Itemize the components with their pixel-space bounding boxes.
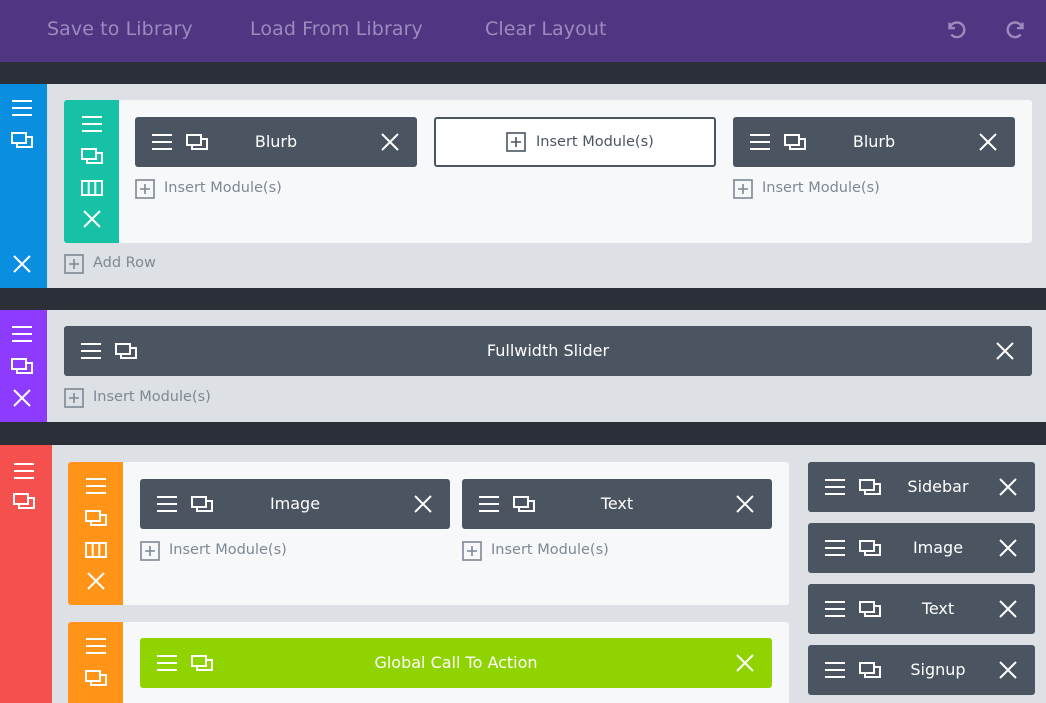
row-settings-bar [64, 100, 119, 243]
menu-icon[interactable] [80, 112, 104, 136]
row-card: Blurb Insert Module(s) Insert Module(s) … [64, 100, 1032, 243]
columns-icon[interactable] [80, 176, 104, 200]
close-icon[interactable] [996, 658, 1020, 682]
duplicate-icon[interactable] [858, 597, 882, 621]
module-text[interactable]: Text [462, 479, 772, 529]
menu-icon[interactable] [84, 474, 108, 498]
section-fullwidth: Fullwidth Slider Insert Module(s) [0, 310, 1046, 422]
close-icon[interactable] [733, 492, 757, 516]
module-global-call-to-action[interactable]: Global Call To Action [140, 638, 772, 688]
menu-icon[interactable] [477, 492, 501, 516]
plus-icon [64, 254, 84, 274]
menu-icon[interactable] [823, 658, 847, 682]
module-label: Image [269, 494, 321, 513]
menu-icon[interactable] [79, 339, 103, 363]
menu-icon[interactable] [150, 130, 174, 154]
close-icon[interactable] [996, 475, 1020, 499]
close-icon[interactable] [80, 207, 104, 231]
duplicate-icon[interactable] [858, 536, 882, 560]
row-card: Global Call To Action [68, 622, 789, 703]
columns-icon[interactable] [84, 538, 108, 562]
row-card: Image Insert Module(s) Text Insert Modul… [68, 462, 789, 605]
menu-icon[interactable] [10, 96, 34, 120]
plus-icon [140, 541, 160, 561]
builder-toolbar: Save to Library Load From Library Clear … [0, 0, 1046, 62]
duplicate-icon[interactable] [84, 666, 108, 690]
module-signup[interactable]: Signup [808, 645, 1035, 695]
duplicate-icon[interactable] [190, 492, 214, 516]
section-settings-bar [0, 310, 47, 422]
close-icon[interactable] [84, 569, 108, 593]
duplicate-icon[interactable] [512, 492, 536, 516]
clear-layout-button[interactable]: Clear Layout [485, 18, 607, 40]
insert-module-link[interactable]: Insert Module(s) [462, 541, 662, 563]
plus-icon [135, 179, 155, 199]
close-icon[interactable] [10, 252, 34, 276]
menu-icon[interactable] [823, 536, 847, 560]
load-from-library-button[interactable]: Load From Library [250, 18, 423, 40]
close-icon[interactable] [10, 386, 34, 410]
redo-icon[interactable] [1006, 18, 1028, 40]
close-icon[interactable] [378, 130, 402, 154]
duplicate-icon[interactable] [80, 144, 104, 168]
menu-icon[interactable] [12, 459, 36, 483]
save-to-library-button[interactable]: Save to Library [47, 18, 193, 40]
plus-icon [506, 132, 526, 152]
duplicate-icon[interactable] [12, 489, 36, 513]
section-settings-bar [0, 445, 52, 703]
module-label: Blurb [254, 132, 298, 151]
duplicate-icon[interactable] [114, 339, 138, 363]
module-label: Text [600, 494, 634, 513]
add-row-link[interactable]: Add Row [64, 254, 224, 276]
row-settings-bar [68, 622, 123, 703]
section-specialty: Image Insert Module(s) Text Insert Modul… [0, 445, 1046, 703]
undo-icon[interactable] [944, 18, 966, 40]
close-icon[interactable] [996, 597, 1020, 621]
duplicate-icon[interactable] [10, 354, 34, 378]
insert-module-link[interactable]: Insert Module(s) [140, 541, 340, 563]
plus-icon [64, 388, 84, 408]
module-image[interactable]: Image [808, 523, 1035, 573]
module-text[interactable]: Text [808, 584, 1035, 634]
menu-icon[interactable] [155, 651, 179, 675]
plus-icon [733, 179, 753, 199]
menu-icon[interactable] [823, 597, 847, 621]
duplicate-icon[interactable] [783, 130, 807, 154]
duplicate-icon[interactable] [858, 658, 882, 682]
insert-module-link[interactable]: Insert Module(s) [135, 179, 335, 201]
duplicate-icon[interactable] [185, 130, 209, 154]
close-icon[interactable] [976, 130, 1000, 154]
module-fullwidth-slider[interactable]: Fullwidth Slider [64, 326, 1032, 376]
menu-icon[interactable] [823, 475, 847, 499]
module-blurb[interactable]: Blurb [733, 117, 1015, 167]
menu-icon[interactable] [84, 634, 108, 658]
menu-icon[interactable] [10, 322, 34, 346]
insert-module-link[interactable]: Insert Module(s) [733, 179, 933, 201]
row-settings-bar [68, 462, 123, 605]
menu-icon[interactable] [155, 492, 179, 516]
duplicate-icon[interactable] [84, 506, 108, 530]
insert-module-button[interactable]: Insert Module(s) [434, 117, 716, 167]
module-image[interactable]: Image [140, 479, 450, 529]
close-icon[interactable] [996, 536, 1020, 560]
module-label: Fullwidth Slider [486, 341, 610, 360]
close-icon[interactable] [733, 651, 757, 675]
module-label: Global Call To Action [374, 653, 538, 672]
duplicate-icon[interactable] [858, 475, 882, 499]
module-sidebar[interactable]: Sidebar [808, 462, 1035, 512]
duplicate-icon[interactable] [10, 128, 34, 152]
section-settings-bar [0, 84, 47, 288]
close-icon[interactable] [993, 339, 1017, 363]
duplicate-icon[interactable] [190, 651, 214, 675]
module-label: Blurb [852, 132, 896, 151]
close-icon[interactable] [411, 492, 435, 516]
plus-icon [462, 541, 482, 561]
section-standard-1: Blurb Insert Module(s) Insert Module(s) … [0, 84, 1046, 288]
menu-icon[interactable] [748, 130, 772, 154]
insert-module-link[interactable]: Insert Module(s) [64, 388, 264, 410]
module-blurb[interactable]: Blurb [135, 117, 417, 167]
